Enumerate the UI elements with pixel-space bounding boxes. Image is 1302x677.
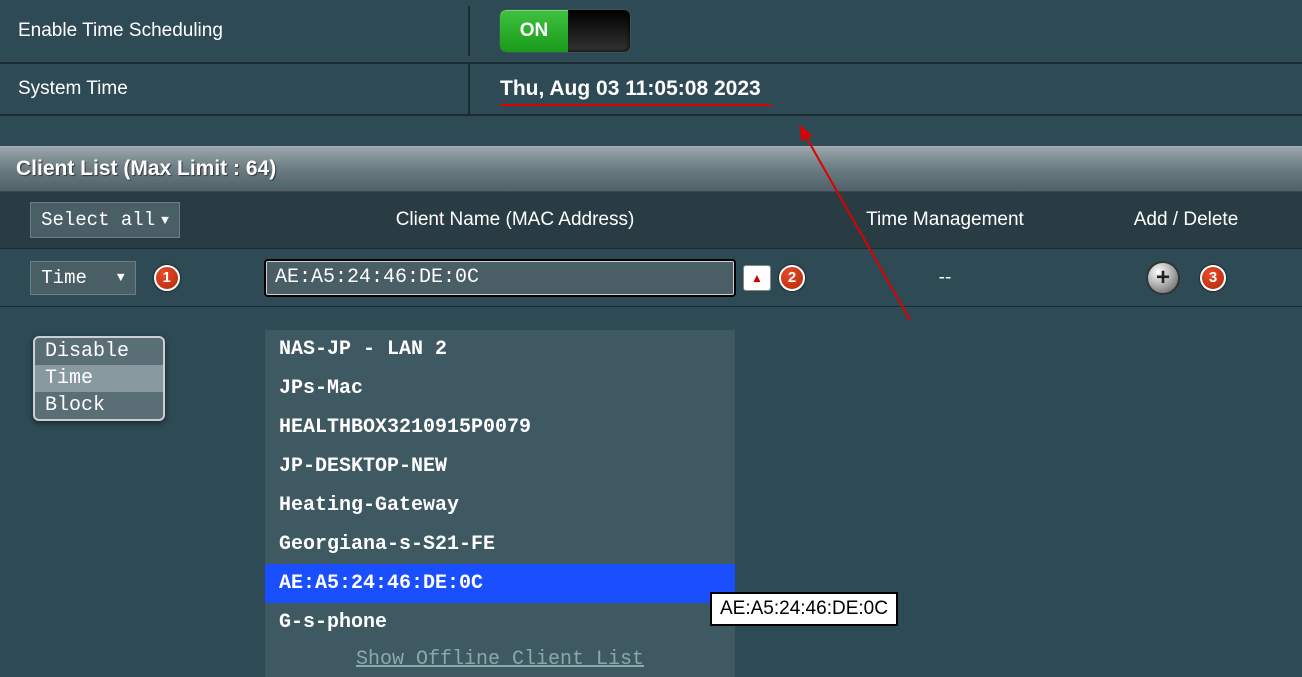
mode-dropdown[interactable]: Time ▼ <box>30 261 135 295</box>
enable-scheduling-label: Enable Time Scheduling <box>0 6 470 56</box>
plus-icon: + <box>1156 266 1170 290</box>
callout-badge-1: 1 <box>154 265 180 291</box>
col-client-name: Client Name (MAC Address) <box>210 209 820 231</box>
scheduling-toggle[interactable]: ON <box>500 10 630 52</box>
col-time-management: Time Management <box>820 209 1070 231</box>
client-option[interactable]: HEALTHBOX3210915P0079 <box>265 408 735 447</box>
mode-option-disable[interactable]: Disable <box>35 338 163 365</box>
system-time-value: Thu, Aug 03 11:05:08 2023 <box>500 77 761 101</box>
client-option[interactable]: NAS-JP - LAN 2 <box>265 330 735 369</box>
dropdown-toggle-button[interactable]: ▲ <box>743 265 771 291</box>
client-option[interactable]: JPs-Mac <box>265 369 735 408</box>
system-time-label: System Time <box>0 64 470 114</box>
chevron-down-icon: ▼ <box>161 213 169 228</box>
time-management-value: -- <box>820 267 1070 289</box>
client-mac-input[interactable] <box>265 260 735 296</box>
enable-scheduling-row: Enable Time Scheduling ON <box>0 0 1302 64</box>
toggle-on-label: ON <box>500 10 568 52</box>
mode-value: Time <box>41 267 87 289</box>
client-option[interactable]: JP-DESKTOP-NEW <box>265 447 735 486</box>
callout-badge-3: 3 <box>1200 265 1226 291</box>
mode-option-block[interactable]: Block <box>35 392 163 419</box>
client-option[interactable]: AE:A5:24:46:DE:0C <box>265 564 735 603</box>
client-list-header: Client List (Max Limit : 64) <box>0 146 1302 191</box>
add-button[interactable]: + <box>1146 261 1180 295</box>
client-option[interactable]: Georgiana-s-S21-FE <box>265 525 735 564</box>
chevron-down-icon: ▼ <box>117 270 125 285</box>
col-add-delete: Add / Delete <box>1070 209 1302 231</box>
mac-tooltip: AE:A5:24:46:DE:0C <box>710 592 898 626</box>
select-all-button[interactable]: Select all ▼ <box>30 202 180 238</box>
mode-dropdown-list[interactable]: Disable Time Block <box>33 336 165 421</box>
mode-option-time[interactable]: Time <box>35 365 163 392</box>
system-time-row: System Time Thu, Aug 03 11:05:08 2023 <box>0 64 1302 116</box>
table-header-row: Select all ▼ Client Name (MAC Address) T… <box>0 191 1302 249</box>
table-row: Time ▼ 1 ▲ 2 -- + 3 <box>0 249 1302 307</box>
triangle-up-icon: ▲ <box>751 271 763 285</box>
client-dropdown-list[interactable]: NAS-JP - LAN 2JPs-MacHEALTHBOX3210915P00… <box>265 330 735 677</box>
callout-badge-2: 2 <box>779 265 805 291</box>
select-all-label: Select all <box>41 209 155 231</box>
show-offline-link[interactable]: Show Offline Client List <box>265 642 735 677</box>
client-option[interactable]: Heating-Gateway <box>265 486 735 525</box>
client-option[interactable]: G-s-phone <box>265 603 735 642</box>
